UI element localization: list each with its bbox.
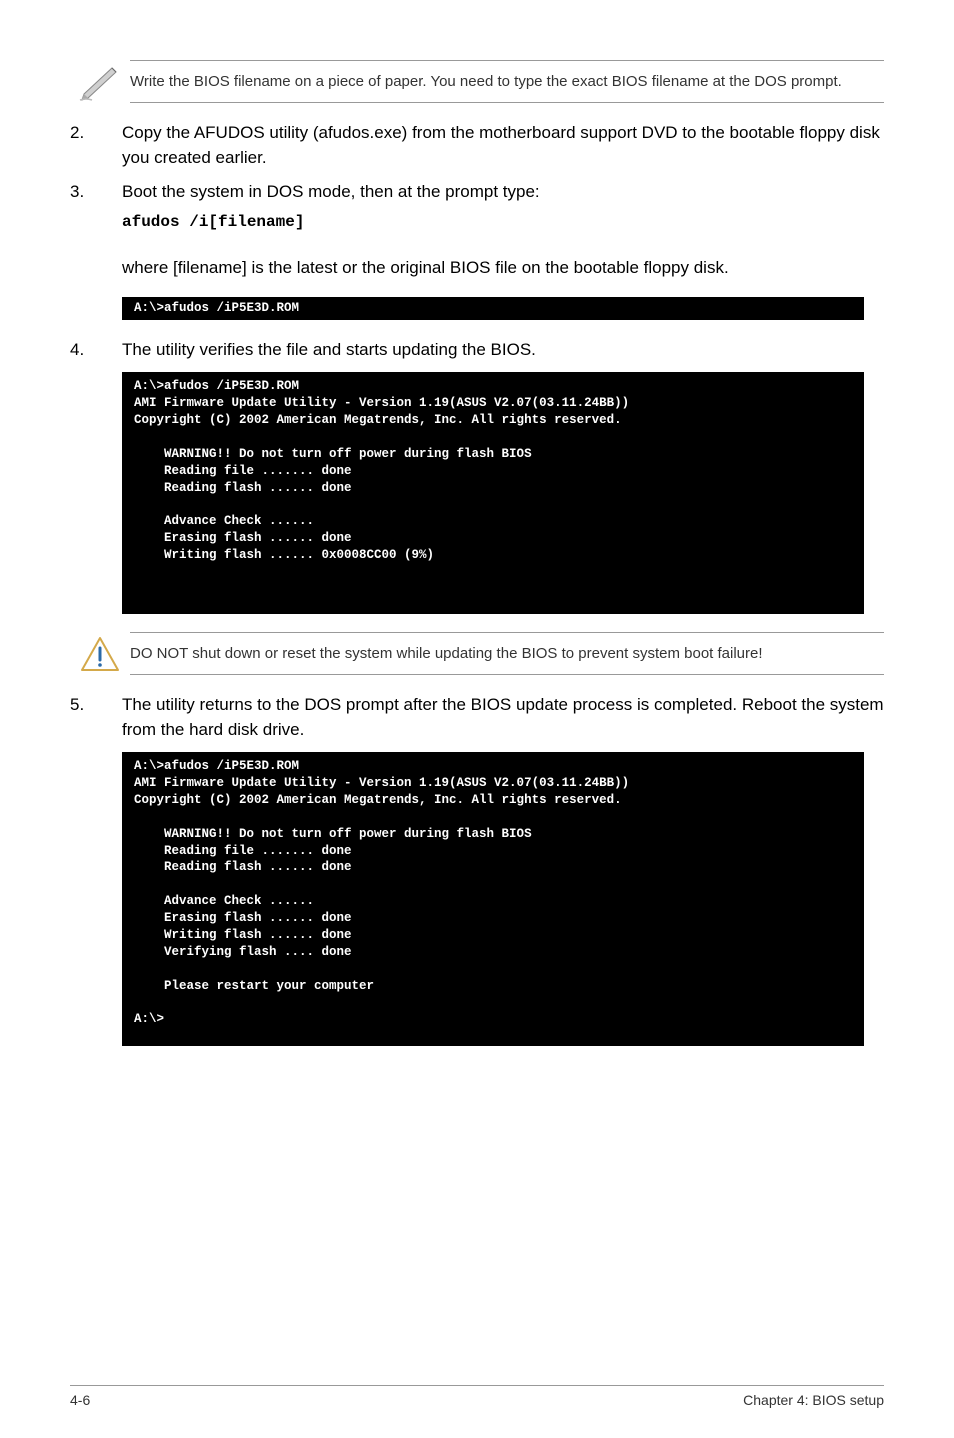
note-text: Write the BIOS filename on a piece of pa… [130,60,884,103]
code-command: afudos /i[filename] [122,211,884,234]
warning-icon [70,632,130,674]
step-body: Boot the system in DOS mode, then at the… [122,180,884,240]
step-number: 5. [70,693,122,742]
step-4: 4. The utility verifies the file and sta… [70,338,884,363]
step-number: 4. [70,338,122,363]
step-number: 3. [70,180,122,240]
step-body: The utility returns to the DOS prompt af… [122,693,884,742]
pencil-icon [70,60,130,102]
note-row: Write the BIOS filename on a piece of pa… [70,60,884,103]
terminal-output-3: A:\>afudos /iP5E3D.ROM AMI Firmware Upda… [122,752,864,1046]
step-5: 5. The utility returns to the DOS prompt… [70,693,884,742]
warning-text: DO NOT shut down or reset the system whi… [130,632,884,675]
terminal-output-1: A:\>afudos /iP5E3D.ROM [122,297,864,320]
step-text: Boot the system in DOS mode, then at the… [122,180,884,205]
step-3: 3. Boot the system in DOS mode, then at … [70,180,884,240]
sub-paragraph: where [filename] is the latest or the or… [122,256,884,281]
page-footer: 4-6 Chapter 4: BIOS setup [70,1385,884,1408]
chapter-label: Chapter 4: BIOS setup [743,1392,884,1408]
terminal-output-2: A:\>afudos /iP5E3D.ROM AMI Firmware Upda… [122,372,864,614]
step-number: 2. [70,121,122,170]
page-number: 4-6 [70,1392,90,1408]
step-body: Copy the AFUDOS utility (afudos.exe) fro… [122,121,884,170]
warning-row: DO NOT shut down or reset the system whi… [70,632,884,675]
step-2: 2. Copy the AFUDOS utility (afudos.exe) … [70,121,884,170]
step-body: The utility verifies the file and starts… [122,338,884,363]
